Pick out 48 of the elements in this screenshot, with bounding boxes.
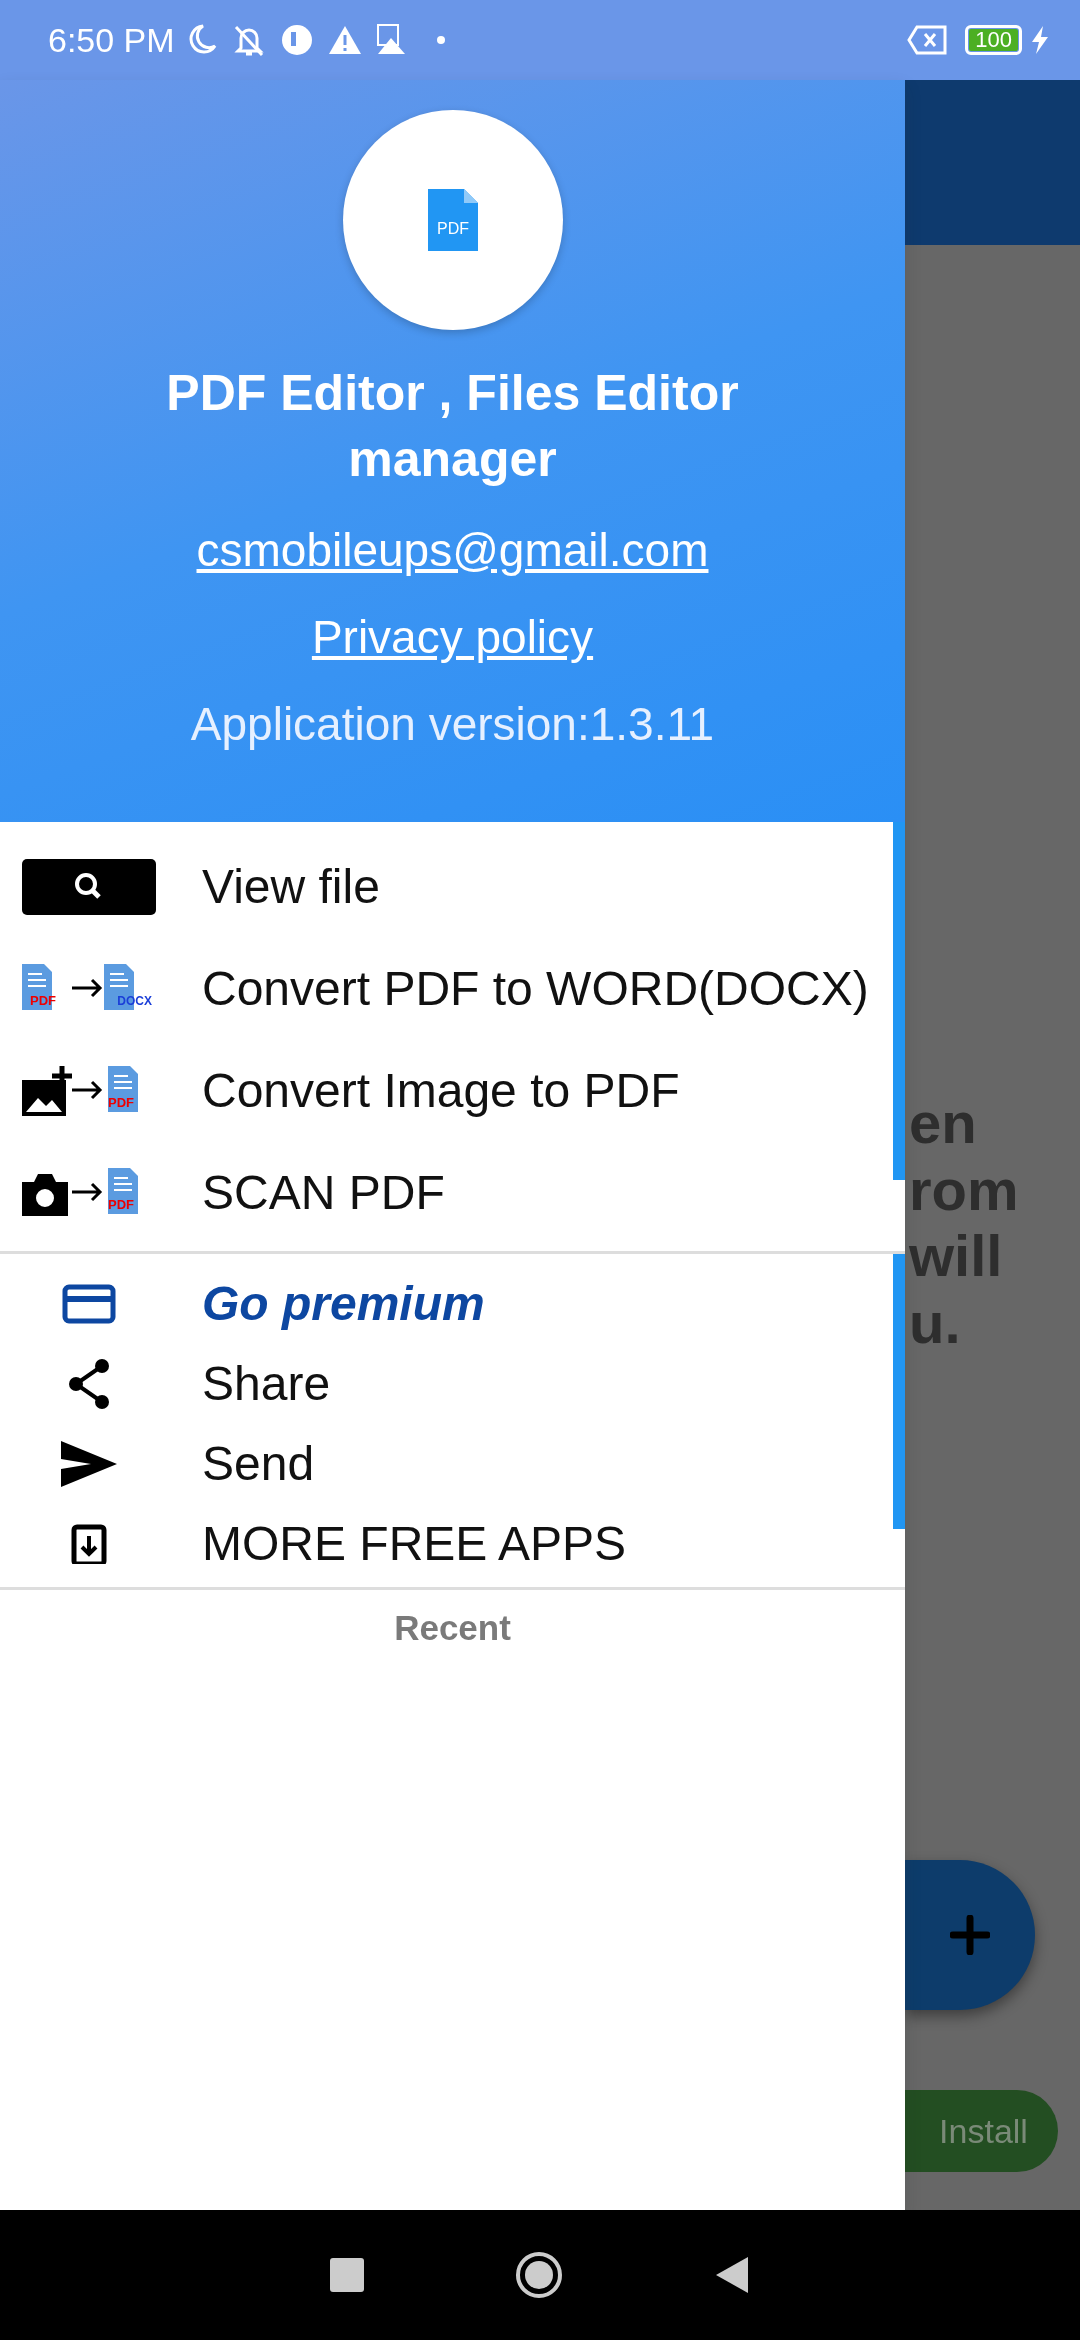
- share-icon: [66, 1358, 112, 1410]
- menu-item-label: Convert Image to PDF: [202, 1063, 680, 1119]
- camera-icon: [22, 1174, 68, 1216]
- no-sim-icon: [907, 25, 948, 55]
- image-add-icon: [22, 1064, 75, 1116]
- document-icon: [108, 1168, 138, 1214]
- menu-item-label: View file: [202, 859, 380, 915]
- menu-item-label: Share: [202, 1356, 331, 1412]
- logo-label: PDF: [436, 220, 469, 237]
- search-icon: [22, 859, 156, 915]
- menu-item-label: Convert PDF to WORD(DOCX): [202, 961, 869, 1017]
- send-icon: [61, 1441, 117, 1487]
- menu-item-label: MORE FREE APPS: [202, 1516, 627, 1572]
- clock-time: 6:50 PM: [48, 19, 175, 61]
- format-label: PDF: [108, 1197, 134, 1212]
- menu-item[interactable]: PDF SCAN PDF: [0, 1142, 891, 1244]
- download-icon: [71, 1524, 107, 1564]
- menu-item[interactable]: Send: [0, 1424, 891, 1504]
- arrow-icon: [70, 978, 103, 998]
- background-text: rom: [909, 1156, 1019, 1224]
- background-text: will: [909, 1223, 1004, 1291]
- menu-item-label: Send: [202, 1436, 315, 1492]
- menu-item[interactable]: MORE FREE APPS: [0, 1504, 891, 1584]
- arrow-icon: [70, 1182, 103, 1202]
- app-name: PDF Editor , Files Editor manager: [165, 364, 740, 489]
- menu-item[interactable]: PDF Convert Image to PDF: [0, 1040, 891, 1142]
- add-button[interactable]: [905, 1860, 1035, 2010]
- dot-icon: [436, 36, 445, 44]
- menu-item[interactable]: Go premium: [0, 1264, 891, 1344]
- battery-indicator: 100: [965, 25, 1022, 55]
- home-icon: [514, 2250, 564, 2300]
- arrow-icon: [70, 1080, 103, 1100]
- menu-item-label: SCAN PDF: [202, 1165, 445, 1221]
- charging-icon: [1030, 25, 1050, 55]
- back-icon: [714, 2255, 750, 2295]
- credit-card-icon: [62, 1284, 116, 1324]
- plus-icon: [950, 1915, 990, 1955]
- section-heading: Recent: [393, 1607, 512, 1649]
- background-text: en: [909, 1090, 978, 1157]
- menu-item[interactable]: Share: [0, 1344, 891, 1424]
- pdf-file-icon: [427, 189, 478, 251]
- menu-item-label: Go premium: [202, 1276, 485, 1332]
- app-version: Application version:1.3.11: [189, 697, 716, 752]
- document-icon: [108, 1066, 138, 1112]
- square-icon: [330, 2258, 364, 2292]
- menu-item[interactable]: View file: [0, 836, 891, 938]
- background-text: u.: [909, 1290, 962, 1357]
- format-label: PDF: [108, 1095, 134, 1110]
